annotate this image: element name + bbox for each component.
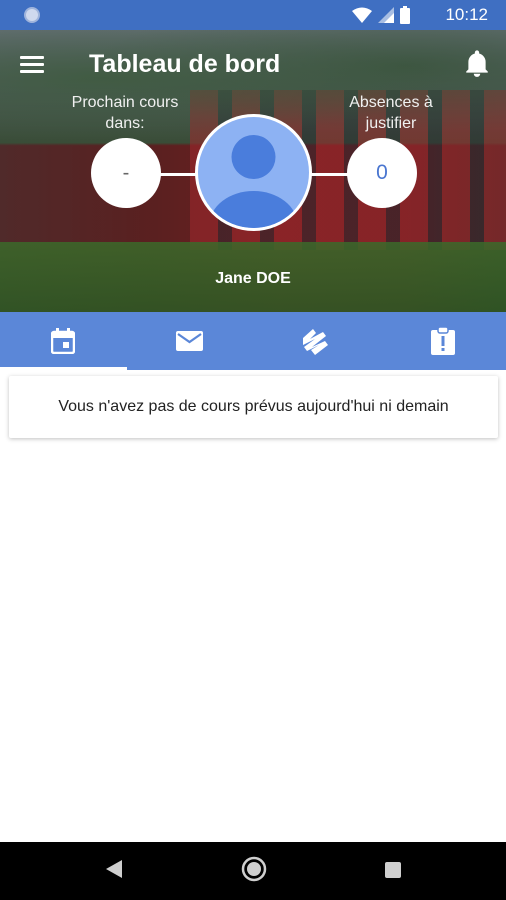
home-icon[interactable]	[241, 856, 267, 882]
status-bar: 10:12	[0, 0, 506, 30]
page-title: Tableau de bord	[89, 50, 281, 78]
dashboard-header: Tableau de bord Prochain cours dans: Abs…	[0, 30, 506, 312]
calendar-icon	[51, 328, 76, 354]
next-class-value[interactable]: -	[91, 138, 161, 208]
signal-icon	[378, 7, 394, 23]
menu-icon[interactable]	[20, 52, 50, 78]
user-name: Jane DOE	[215, 270, 291, 287]
back-icon[interactable]	[104, 858, 124, 880]
tab-messages[interactable]	[127, 312, 254, 370]
mail-icon	[176, 331, 204, 351]
wifi-icon	[352, 7, 372, 23]
tab-bar	[0, 312, 506, 370]
avatar[interactable]	[195, 114, 312, 231]
battery-icon	[400, 6, 410, 24]
grades-icon	[303, 329, 329, 355]
connector-line-left	[160, 173, 200, 176]
tab-grades[interactable]	[253, 312, 380, 370]
system-nav-bar	[0, 842, 506, 900]
user-silhouette-icon	[209, 135, 298, 228]
empty-schedule-message: Vous n'avez pas de cours prévus aujourd'…	[58, 398, 449, 415]
status-time: 10:12	[445, 5, 488, 24]
status-icons	[352, 6, 410, 24]
empty-schedule-card: Vous n'avez pas de cours prévus aujourd'…	[9, 376, 498, 438]
recents-icon[interactable]	[384, 861, 402, 879]
tab-absences[interactable]	[380, 312, 506, 370]
notification-dot-icon	[24, 7, 40, 23]
absences-label: Absences à justifier	[349, 94, 433, 132]
absences-count[interactable]: 0	[347, 138, 417, 208]
next-class-label: Prochain cours dans:	[71, 94, 179, 132]
clipboard-alert-icon	[430, 327, 455, 355]
tab-schedule[interactable]	[0, 312, 127, 370]
connector-line-right	[308, 173, 350, 176]
bell-icon[interactable]	[464, 50, 490, 78]
